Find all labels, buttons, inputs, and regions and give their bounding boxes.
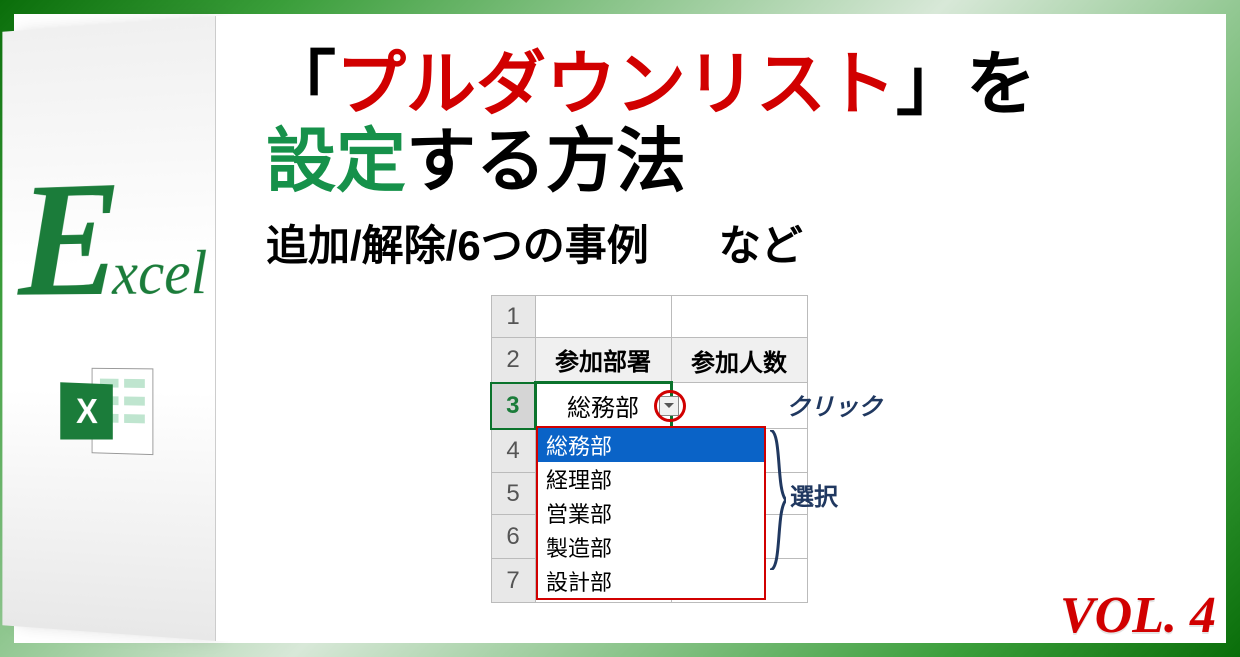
subtitle: 追加/解除/6つの事例 など <box>266 212 1194 273</box>
row-num[interactable]: 1 <box>491 296 535 338</box>
excel-wordmark: Excel <box>9 164 207 309</box>
sidebar-door: Excel X <box>2 16 216 641</box>
content-panel: Excel X 「プルダウンリスト」を 設定する方法 追加/解除/6つの事例 など <box>14 14 1226 643</box>
title-black: する方法 <box>406 122 686 200</box>
dropdown-list[interactable]: 総務部 経理部 営業部 製造部 設計部 <box>536 426 766 600</box>
row-num[interactable]: 2 <box>491 338 535 383</box>
volume-label: VOL. 4 <box>1060 586 1216 645</box>
dropdown-option[interactable]: 設計部 <box>538 564 764 598</box>
dropdown-handle-icon[interactable] <box>659 396 679 416</box>
title-bracket-open: 「 <box>266 45 336 123</box>
row-num[interactable]: 3 <box>491 383 535 429</box>
title-highlight: プルダウンリスト <box>336 45 896 123</box>
thumbnail-frame: Excel X 「プルダウンリスト」を 設定する方法 追加/解除/6つの事例 など <box>0 0 1240 657</box>
title-line-1: 「プルダウンリスト」を <box>266 46 1194 123</box>
col-header-dept[interactable]: 参加部署 <box>535 338 671 383</box>
subtitle-part2: など <box>719 222 803 269</box>
selected-cell[interactable]: 総務部 <box>535 383 671 429</box>
row-num[interactable]: 5 <box>491 473 535 515</box>
dropdown-option[interactable]: 総務部 <box>538 428 764 462</box>
subtitle-part1: 追加/解除/6つの事例 <box>266 222 649 269</box>
row-num[interactable]: 7 <box>491 559 535 603</box>
dropdown-option[interactable]: 経理部 <box>538 462 764 496</box>
annotation-click: クリック <box>786 387 882 422</box>
cell-value: 総務部 <box>567 395 639 422</box>
dropdown-option[interactable]: 製造部 <box>538 530 764 564</box>
annotation-select: 選択 <box>790 477 838 512</box>
col-header-count[interactable]: 参加人数 <box>671 338 807 383</box>
excel-badge-icon: X <box>60 382 113 439</box>
logo-letter-e: E <box>18 146 121 330</box>
dropdown-option[interactable]: 営業部 <box>538 496 764 530</box>
title-line-2: 設定する方法 <box>266 123 1194 200</box>
row-num[interactable]: 4 <box>491 429 535 473</box>
title-green: 設定 <box>266 122 406 200</box>
main-content: 「プルダウンリスト」を 設定する方法 追加/解除/6つの事例 など 1 2 参加部… <box>216 16 1224 641</box>
brace-icon <box>768 430 786 570</box>
title-bracket-close: 」 <box>896 45 966 123</box>
spreadsheet-sample: 1 2 参加部署 参加人数 3 総務部 <box>490 295 970 603</box>
row-num[interactable]: 6 <box>491 515 535 559</box>
title-tail: を <box>966 45 1036 123</box>
logo-letters-xcel: xcel <box>112 239 207 307</box>
excel-app-icon: X <box>60 362 153 461</box>
